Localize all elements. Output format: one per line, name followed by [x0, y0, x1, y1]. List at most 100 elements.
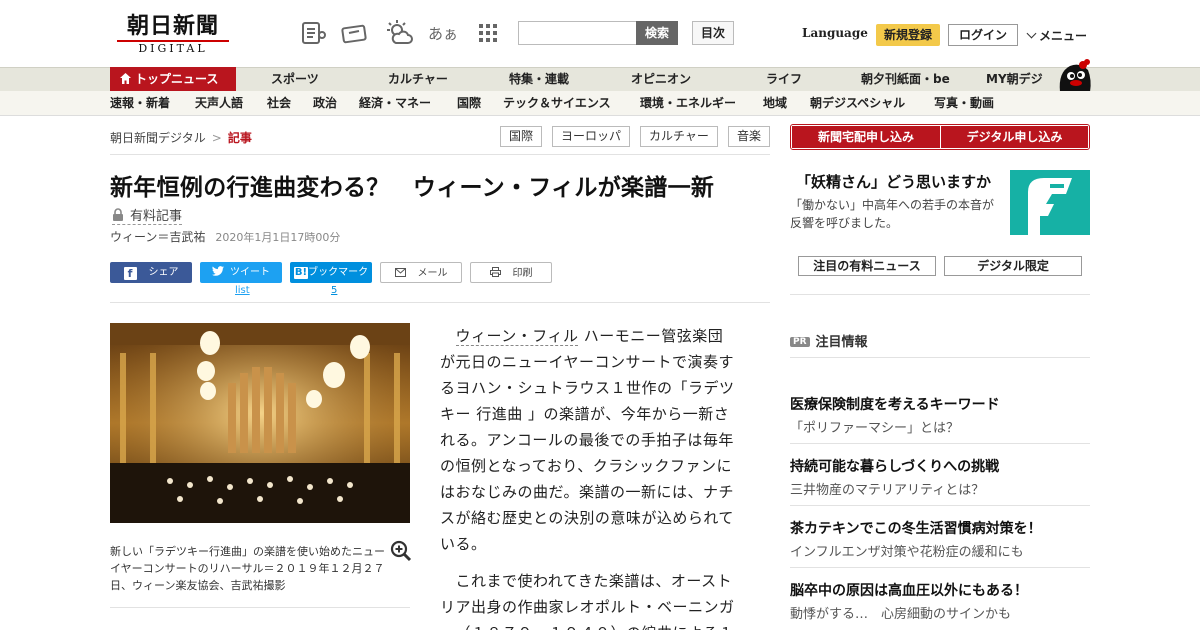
mail-share-button[interactable]: メール: [380, 262, 462, 283]
ticket-icon[interactable]: [340, 18, 370, 48]
nav-top-news-label: トップニュース: [135, 72, 219, 86]
divider: [110, 302, 770, 303]
search-button[interactable]: 検索: [636, 21, 678, 45]
tab-digital-only[interactable]: デジタル限定: [944, 256, 1082, 276]
language-link[interactable]: Language: [802, 26, 868, 40]
article-title: 新年恒例の行進曲変わる？ ウィーン・フィルが楽譜一新: [110, 175, 715, 201]
apps-grid-icon[interactable]: [473, 18, 503, 48]
promo-title[interactable]: 「妖精さん」どう思いますか: [796, 171, 991, 192]
tag-europe[interactable]: ヨーロッパ: [552, 126, 630, 147]
menu-button[interactable]: メニュー: [1026, 27, 1087, 44]
nav-my-asadigi[interactable]: MY朝デジ: [986, 67, 1043, 91]
nav-opinion[interactable]: オピニオン: [631, 67, 691, 91]
nav-paper[interactable]: 朝夕刊紙面・be: [861, 67, 950, 91]
pr-heading: 注目情報: [815, 335, 868, 350]
pr-item-title[interactable]: 医療保険制度を考えるキーワード: [790, 394, 1000, 414]
mascot-character-icon[interactable]: [1056, 58, 1092, 92]
tag-culture[interactable]: カルチャー: [640, 126, 718, 147]
breadcrumb-current: 記事: [227, 131, 252, 145]
nav2-international[interactable]: 国際: [457, 91, 481, 116]
paragraph-line: ウィーン・フィル ハーモニー管弦楽団: [440, 323, 746, 349]
divider: [110, 607, 410, 608]
newspaper-delivery-button[interactable]: 新聞宅配申し込み: [792, 126, 940, 148]
facebook-share-label: シェア: [148, 267, 179, 278]
twitter-share-button[interactable]: ツイート: [200, 262, 282, 283]
nav2-economy[interactable]: 経済・マネー: [359, 91, 431, 116]
hatena-count[interactable]: 5: [331, 285, 337, 296]
weather-icon[interactable]: [384, 18, 414, 48]
paragraph-line: スが絡む歴史との決別の意味が込められて: [440, 509, 734, 527]
breadcrumb-home[interactable]: 朝日新聞デジタル: [110, 131, 206, 145]
digital-subscribe-button[interactable]: デジタル申し込み: [941, 126, 1088, 148]
byline: ウィーン＝吉武祐 2020年1月1日17時00分: [110, 228, 340, 245]
pr-badge: PR: [790, 337, 810, 347]
nav2-politics[interactable]: 政治: [313, 91, 337, 116]
photo-caption: 新しい「ラデツキー行進曲」の楽譜を使い始めたニューイヤーコンサートのリハーサル＝…: [110, 545, 385, 592]
publish-date: 2020年1月1日17時00分: [215, 231, 341, 244]
divider: [110, 154, 770, 155]
hatena-bookmark-button[interactable]: B!ブックマーク: [290, 262, 372, 283]
nav-life[interactable]: ライフ: [766, 67, 802, 91]
paragraph-text: ハーモニー管弦楽団: [583, 327, 724, 345]
nav-culture[interactable]: カルチャー: [388, 67, 448, 91]
chevron-down-icon: [1026, 28, 1037, 39]
pr-item-title[interactable]: 持続可能な暮らしづくりへの挑戦: [790, 456, 999, 476]
nav2-tech[interactable]: テック＆サイエンス: [503, 91, 611, 116]
hatena-bookmark-label: ブックマーク: [308, 267, 369, 278]
tag-international[interactable]: 国際: [500, 126, 542, 147]
font-size-icon[interactable]: あぁ: [428, 18, 458, 48]
site-logo[interactable]: 朝日新聞 DIGITAL: [117, 14, 229, 55]
paragraph-line: キー 行進曲 」の楽譜が、今年から一新さ: [440, 405, 730, 423]
home-icon: [120, 68, 131, 92]
article-paragraph-2: これまで使われてきた楽譜は、オースト リア出身の作曲家レオポルト・ベーニンガ ー…: [440, 568, 746, 630]
twitter-count[interactable]: list: [235, 285, 250, 296]
logo-english: DIGITAL: [117, 40, 229, 55]
pr-item-title[interactable]: 脳卒中の原因は高血圧以外にもある！: [790, 580, 1028, 600]
paid-article-label[interactable]: 有料記事: [112, 205, 183, 225]
search-input[interactable]: [518, 21, 636, 45]
divider: [790, 357, 1090, 358]
login-button[interactable]: ログイン: [948, 24, 1018, 46]
pr-item-title[interactable]: 茶カテキンでこの冬生活習慣病対策を！: [790, 518, 1042, 538]
nav2-photo-video[interactable]: 写真・動画: [934, 91, 994, 116]
nav2-society[interactable]: 社会: [267, 91, 291, 116]
nav2-environment[interactable]: 環境・エネルギー: [640, 91, 736, 116]
breadcrumb-separator: >: [211, 131, 222, 145]
tag-music[interactable]: 音楽: [728, 126, 770, 147]
print-icon: [489, 264, 501, 285]
hatena-icon: B!: [293, 267, 309, 279]
nav-features[interactable]: 特集・連載: [509, 67, 569, 91]
print-label: 印刷: [512, 268, 533, 279]
paragraph-line: リア出身の作曲家レオポルト・ベーニンガ: [440, 598, 735, 616]
divider: [790, 443, 1090, 444]
pr-section-header: PR 注目情報: [790, 331, 868, 350]
article-photo[interactable]: [110, 323, 410, 523]
divider: [790, 567, 1090, 568]
print-button[interactable]: 印刷: [470, 262, 552, 283]
article-paragraph-1: ウィーン・フィル ハーモニー管弦楽団 が元日のニューイヤーコンサートで演奏す る…: [440, 323, 746, 557]
promo-face-icon[interactable]: [1010, 170, 1090, 235]
nav2-tenseijingo[interactable]: 天声人語: [195, 91, 243, 116]
nav-sports[interactable]: スポーツ: [271, 67, 319, 91]
facebook-icon: f: [123, 267, 137, 280]
paragraph-line: いる。: [440, 535, 487, 553]
register-button[interactable]: 新規登録: [876, 24, 940, 46]
facebook-share-button[interactable]: f シェア: [110, 262, 192, 283]
toc-button[interactable]: 目次: [692, 21, 734, 45]
nav2-breaking[interactable]: 速報・新着: [110, 91, 170, 116]
pr-item-subtitle: インフルエンザ対策や花粉症の緩和にも: [790, 545, 1024, 560]
breadcrumb: 朝日新聞デジタル > 記事: [110, 129, 252, 146]
pr-item-subtitle: 三井物産のマテリアリティとは？: [790, 483, 985, 498]
newspaper-icon[interactable]: [299, 18, 329, 48]
paragraph-line: ー（１８７９〜１９４０）の編曲による１: [440, 620, 746, 630]
tab-paid-news[interactable]: 注目の有料ニュース: [798, 256, 936, 276]
promo-subtitle: 「働かない」中高年への若手の本音が反響を呼びました。: [790, 198, 995, 230]
vienna-phil-link[interactable]: ウィーン・フィル: [455, 327, 579, 346]
nav-top-news[interactable]: トップニュース: [110, 67, 236, 91]
paragraph-line: れる。アンコールの最後での手拍子は毎年: [440, 431, 734, 449]
paragraph-line: るヨハン・シュトラウス１世作の「ラデツ: [440, 379, 735, 397]
nav2-special[interactable]: 朝デジスペシャル: [810, 91, 905, 116]
nav2-local[interactable]: 地域: [763, 91, 787, 116]
mail-icon: [394, 264, 406, 285]
zoom-icon[interactable]: [390, 540, 412, 562]
